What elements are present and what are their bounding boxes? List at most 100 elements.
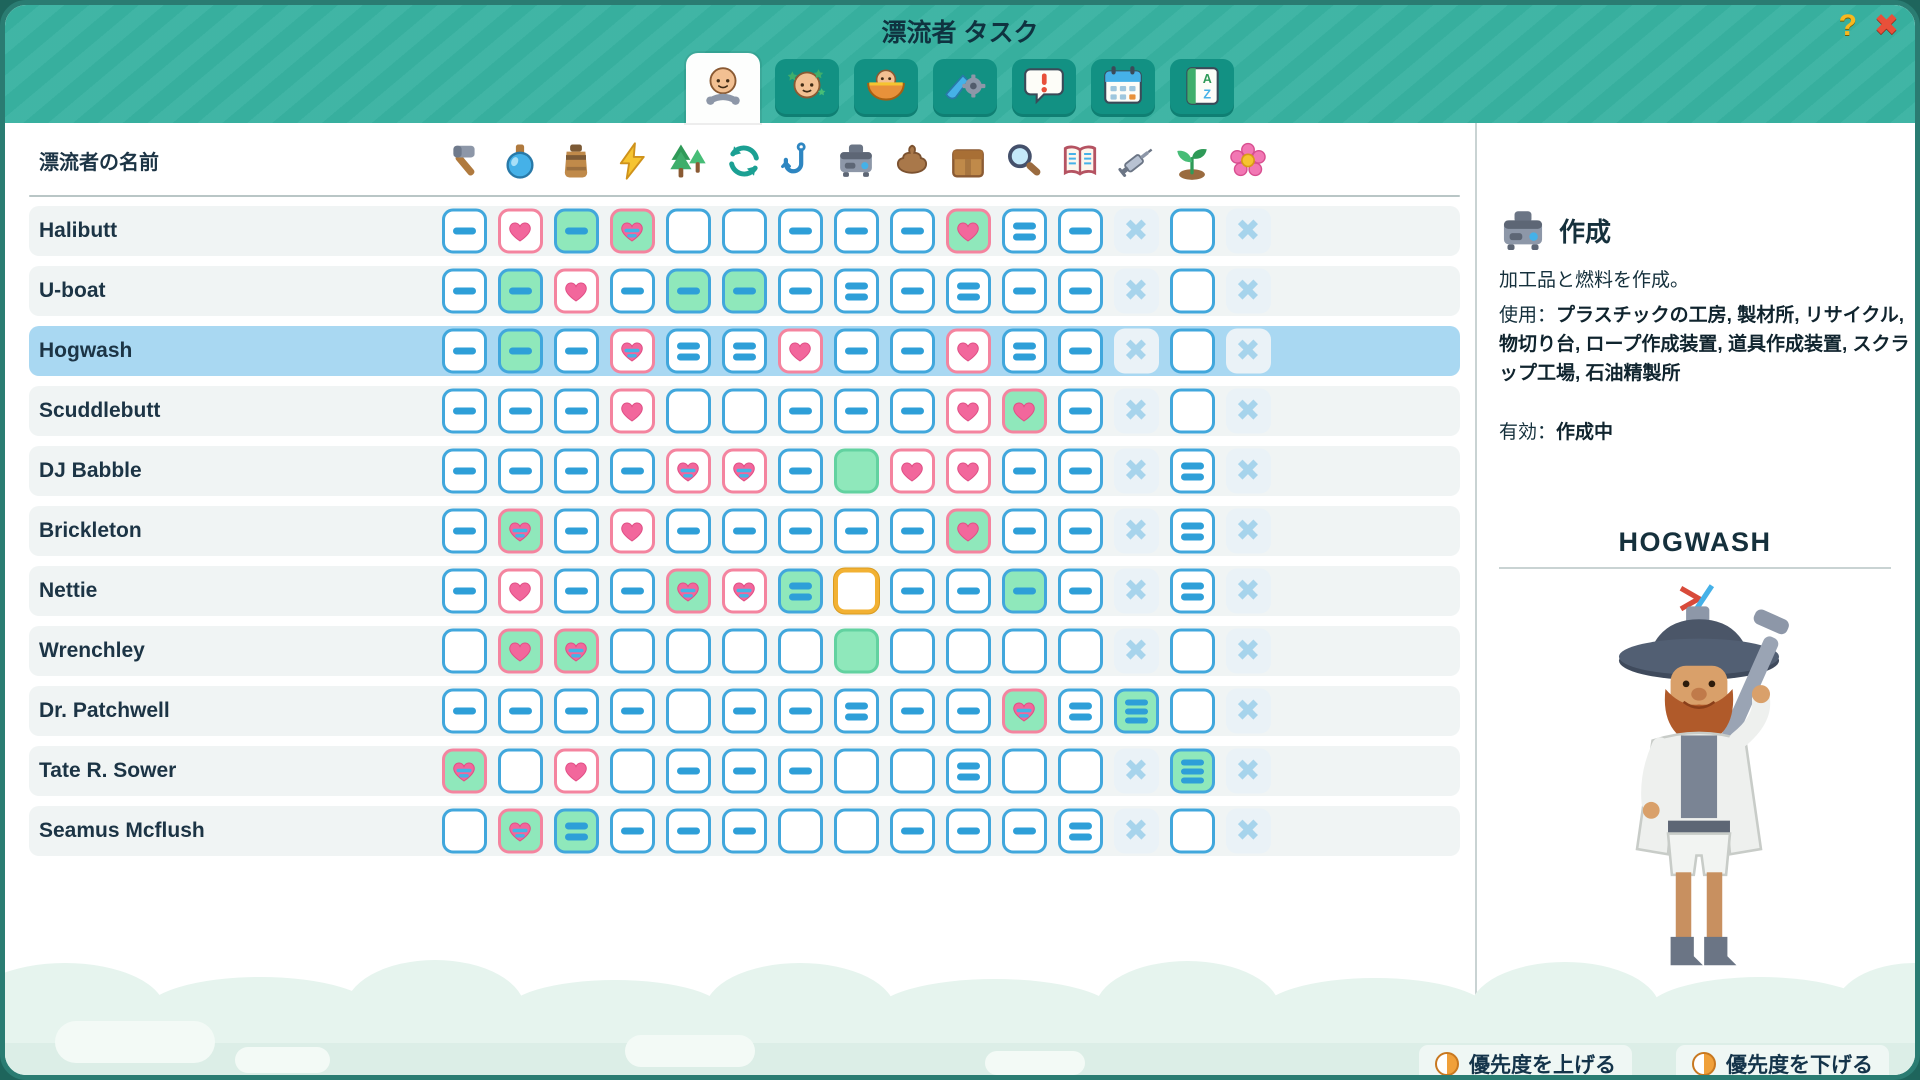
magnifier-column-icon[interactable] xyxy=(1004,141,1044,181)
drifter-name[interactable]: Halibutt xyxy=(39,206,117,256)
priority-cell-empty[interactable] xyxy=(722,629,767,674)
priority-cell-dash[interactable] xyxy=(778,509,823,554)
priority-cell-x[interactable]: ✖ xyxy=(1114,449,1159,494)
lightning-column-icon[interactable] xyxy=(612,141,652,181)
tab-drifters-button[interactable] xyxy=(686,53,760,123)
priority-cell-green-dash2[interactable] xyxy=(778,569,823,614)
priority-cell-green-heartwave[interactable] xyxy=(498,809,543,854)
machine-column-icon[interactable] xyxy=(836,141,876,181)
priority-cell-heart[interactable] xyxy=(554,749,599,794)
sprout-column-icon[interactable] xyxy=(1172,141,1212,181)
priority-cell-green-dash2[interactable] xyxy=(554,809,599,854)
priority-cell-dash[interactable] xyxy=(890,689,935,734)
priority-cell-dash[interactable] xyxy=(890,509,935,554)
priority-cell-empty[interactable] xyxy=(666,689,711,734)
priority-cell-green-heart[interactable] xyxy=(1002,389,1047,434)
hook-column-icon[interactable] xyxy=(780,141,820,181)
priority-cell-empty[interactable] xyxy=(946,629,991,674)
priority-cell-green-heart[interactable] xyxy=(946,509,991,554)
priority-cell-heart[interactable] xyxy=(610,509,655,554)
raise-priority-button[interactable]: 優先度を上げる xyxy=(1419,1045,1632,1080)
priority-cell-x[interactable]: ✖ xyxy=(1226,749,1271,794)
priority-cell-heartwave[interactable] xyxy=(722,569,767,614)
help-button[interactable]: ? xyxy=(1839,7,1857,45)
drifter-row-u-boat[interactable]: U-boat✖✖ xyxy=(29,266,1460,316)
drifter-row-scuddlebutt[interactable]: Scuddlebutt✖✖ xyxy=(29,386,1460,436)
priority-cell-empty[interactable] xyxy=(610,749,655,794)
priority-cell-dash[interactable] xyxy=(554,509,599,554)
priority-cell-dash[interactable] xyxy=(834,509,879,554)
priority-cell-dash2[interactable] xyxy=(834,689,879,734)
priority-cell-dash[interactable] xyxy=(442,269,487,314)
priority-cell-empty[interactable] xyxy=(778,629,823,674)
priority-cell-dash[interactable] xyxy=(834,209,879,254)
priority-cell-green-heartwave[interactable] xyxy=(610,209,655,254)
priority-cell-dash[interactable] xyxy=(442,569,487,614)
priority-cell-x[interactable]: ✖ xyxy=(1114,389,1159,434)
priority-cell-heart[interactable] xyxy=(946,449,991,494)
priority-cell-empty[interactable] xyxy=(666,209,711,254)
recycle-column-icon[interactable] xyxy=(724,141,764,181)
priority-cell-x[interactable]: ✖ xyxy=(1226,629,1271,674)
priority-cell-heartwave[interactable] xyxy=(722,449,767,494)
drifter-name[interactable]: Dr. Patchwell xyxy=(39,686,170,736)
priority-cell-dash[interactable] xyxy=(890,269,935,314)
priority-cell-x[interactable]: ✖ xyxy=(1114,569,1159,614)
priority-cell-dash[interactable] xyxy=(890,389,935,434)
priority-cell-dash[interactable] xyxy=(610,449,655,494)
priority-cell-dash[interactable] xyxy=(498,449,543,494)
syringe-column-icon[interactable] xyxy=(1116,141,1156,181)
priority-cell-dash2[interactable] xyxy=(1058,809,1103,854)
priority-cell-dash[interactable] xyxy=(722,809,767,854)
priority-cell-green-heartwave[interactable] xyxy=(498,509,543,554)
priority-cell-heart[interactable] xyxy=(498,209,543,254)
priority-cell-dash[interactable] xyxy=(778,209,823,254)
priority-cell-dash[interactable] xyxy=(442,689,487,734)
priority-cell-x[interactable]: ✖ xyxy=(1114,269,1159,314)
priority-cell-dash2[interactable] xyxy=(1170,569,1215,614)
priority-cell-dash[interactable] xyxy=(442,509,487,554)
priority-cell-empty[interactable] xyxy=(834,749,879,794)
priority-cell-green[interactable] xyxy=(834,629,879,674)
tab-alerts-button[interactable] xyxy=(1012,59,1076,117)
drifter-row-hogwash[interactable]: Hogwash✖✖ xyxy=(29,326,1460,376)
flask-column-icon[interactable] xyxy=(500,141,540,181)
priority-cell-dash[interactable] xyxy=(834,329,879,374)
priority-cell-dash[interactable] xyxy=(554,389,599,434)
priority-cell-dash[interactable] xyxy=(946,809,991,854)
priority-cell-dash2[interactable] xyxy=(1002,209,1047,254)
priority-cell-dash2[interactable] xyxy=(1058,689,1103,734)
priority-cell-dash[interactable] xyxy=(778,689,823,734)
priority-cell-heartwave[interactable] xyxy=(610,329,655,374)
priority-cell-green-dash[interactable] xyxy=(554,209,599,254)
priority-cell-empty[interactable] xyxy=(834,809,879,854)
priority-cell-dash[interactable] xyxy=(554,569,599,614)
priority-cell-dash[interactable] xyxy=(610,809,655,854)
tab-schedule-button[interactable] xyxy=(1091,59,1155,117)
priority-cell-x[interactable]: ✖ xyxy=(1114,509,1159,554)
box-column-icon[interactable] xyxy=(948,141,988,181)
trees-column-icon[interactable] xyxy=(668,141,708,181)
priority-cell-empty[interactable] xyxy=(1058,629,1103,674)
priority-cell-dash[interactable] xyxy=(1002,509,1047,554)
priority-cell-heart[interactable] xyxy=(946,389,991,434)
priority-cell-dash[interactable] xyxy=(946,689,991,734)
priority-cell-dash[interactable] xyxy=(1002,269,1047,314)
priority-cell-empty[interactable] xyxy=(498,749,543,794)
priority-cell-empty[interactable] xyxy=(1170,689,1215,734)
priority-cell-empty[interactable] xyxy=(1170,389,1215,434)
priority-cell-empty[interactable] xyxy=(442,629,487,674)
drifter-row-tate-r-sower[interactable]: Tate R. Sower✖✖ xyxy=(29,746,1460,796)
priority-cell-dash[interactable] xyxy=(554,689,599,734)
priority-cell-empty[interactable] xyxy=(890,629,935,674)
priority-cell-green-dash3[interactable] xyxy=(1114,689,1159,734)
tab-relationships-button[interactable] xyxy=(775,59,839,117)
drifter-row-brickleton[interactable]: Brickleton✖✖ xyxy=(29,506,1460,556)
tab-production-button[interactable] xyxy=(933,59,997,117)
priority-cell-dash[interactable] xyxy=(554,449,599,494)
drifter-row-seamus-mcflush[interactable]: Seamus Mcflush✖✖ xyxy=(29,806,1460,856)
priority-cell-dash[interactable] xyxy=(1002,809,1047,854)
priority-cell-empty[interactable] xyxy=(1002,749,1047,794)
drifter-name[interactable]: Scuddlebutt xyxy=(39,386,160,436)
priority-cell-x[interactable]: ✖ xyxy=(1114,329,1159,374)
